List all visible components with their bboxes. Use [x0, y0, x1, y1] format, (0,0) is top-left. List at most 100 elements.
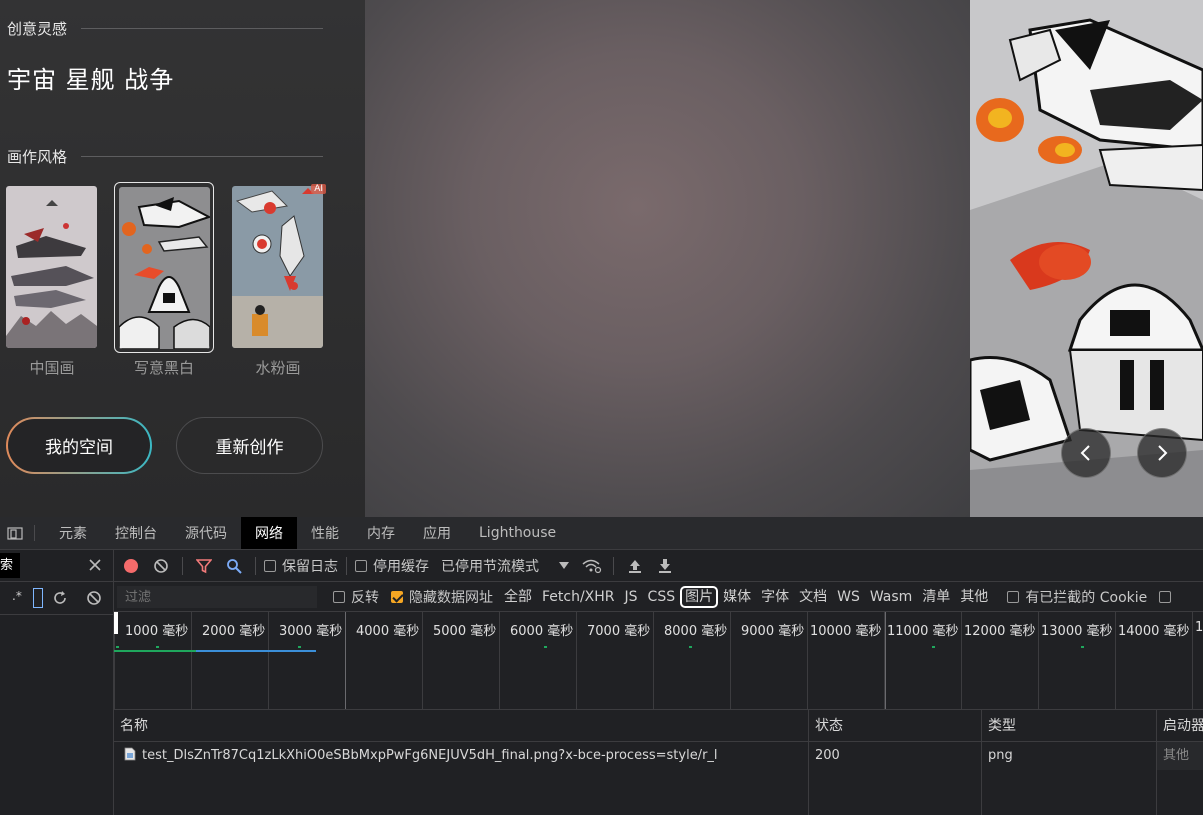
tick-label: 8000 毫秒 [664, 624, 728, 639]
my-space-button[interactable]: 我的空间 [6, 417, 152, 474]
invert-checkbox[interactable]: 反转 [333, 587, 379, 607]
next-image-button[interactable] [1137, 428, 1187, 478]
filter-type-media[interactable]: 媒体 [718, 586, 756, 608]
search-tab[interactable]: 索 [0, 553, 20, 578]
filter-type-ws[interactable]: WS [832, 586, 865, 608]
disable-cache-checkbox[interactable]: 停用缓存 [355, 556, 429, 576]
filter-type-fetch-xhr[interactable]: Fetch/XHR [537, 586, 620, 608]
style-card-chinese-painting[interactable] [2, 182, 102, 353]
upload-icon [629, 559, 641, 573]
tick-label: 9000 毫秒 [741, 624, 805, 639]
refresh-icon[interactable] [52, 590, 68, 606]
timeline-tick: 8000 毫秒 [653, 612, 727, 709]
request-type: png [981, 742, 1156, 770]
clear-icon[interactable] [86, 590, 102, 606]
timeline-dot [116, 646, 119, 648]
blocked-cookies-checkbox[interactable]: 有已拦截的 Cookie [1007, 587, 1147, 607]
throttling-select[interactable]: 已停用节流模式 [441, 556, 569, 576]
tab-memory[interactable]: 内存 [353, 517, 409, 549]
tick-label: 1 [1195, 620, 1203, 635]
tick-label: 4000 毫秒 [356, 624, 420, 639]
network-toolbar: 保留日志 停用缓存 已停用节流模式 [114, 550, 1203, 582]
separator [182, 556, 183, 575]
filter-button[interactable] [191, 555, 217, 577]
hide-data-urls-checkbox[interactable]: 隐藏数据网址 [391, 587, 493, 607]
device-toolbar-toggle[interactable] [0, 517, 30, 549]
export-har-button[interactable] [652, 555, 678, 577]
filter-type-other[interactable]: 其他 [955, 586, 993, 608]
filter-type-img[interactable]: 图片 [680, 585, 719, 608]
timeline-bar-waiting [114, 650, 196, 652]
invert-label: 反转 [351, 589, 379, 606]
timeline-tick: 9000 毫秒 [730, 612, 804, 709]
throttling-value: 已停用节流模式 [441, 558, 539, 575]
blurred-background-image [365, 0, 970, 517]
download-icon [659, 558, 671, 573]
timeline-dot [298, 646, 301, 648]
network-conditions-button[interactable] [579, 555, 605, 577]
filter-input[interactable] [117, 585, 317, 608]
timeline-tick: 6000 毫秒 [499, 612, 573, 709]
style-card-gouache[interactable]: AI [228, 182, 328, 353]
column-status[interactable]: 状态 [808, 710, 981, 742]
tab-performance[interactable]: 性能 [297, 517, 353, 549]
network-timeline-overview[interactable]: 1000 毫秒 2000 毫秒 3000 毫秒 4000 毫秒 5000 毫秒 … [114, 612, 1203, 710]
search-header: 索 [0, 550, 113, 582]
filter-icon [196, 558, 212, 573]
record-button[interactable] [118, 555, 144, 577]
column-divider [808, 770, 809, 815]
divider [81, 28, 323, 29]
filter-type-css[interactable]: CSS [643, 586, 681, 608]
regex-toggle[interactable]: .* [12, 589, 22, 603]
control-panel: 创意灵感 宇宙 星舰 战争 画作风格 中国画 写意黑白 AI 水粉画 我的空间 … [0, 0, 365, 517]
recreate-button[interactable]: 重新创作 [176, 417, 323, 474]
timeline-dot [689, 646, 692, 648]
filter-type-wasm[interactable]: Wasm [865, 586, 917, 608]
timeline-tick: 12000 毫秒 [961, 612, 1036, 709]
blocked-requests-checkbox[interactable] [1159, 590, 1172, 603]
checkbox-box [264, 559, 276, 572]
filter-type-font[interactable]: 字体 [756, 586, 794, 608]
tab-network[interactable]: 网络 [241, 517, 297, 549]
tab-application[interactable]: 应用 [409, 517, 465, 549]
prompt-text: 宇宙 星舰 战争 [7, 66, 175, 94]
import-har-button[interactable] [622, 555, 648, 577]
filter-type-all[interactable]: 全部 [499, 586, 537, 608]
checkbox-box-checked [391, 590, 403, 603]
close-icon[interactable] [86, 556, 104, 574]
request-name-cell: test_DlsZnTr87Cq1zLkXhiO0eSBbMxpPwFg6NEJ… [114, 742, 808, 770]
checkbox-box [1007, 590, 1020, 603]
table-row[interactable]: test_DlsZnTr87Cq1zLkXhiO0eSBbMxpPwFg6NEJ… [114, 742, 1203, 770]
timeline-tick: 7000 毫秒 [576, 612, 650, 709]
tab-console[interactable]: 控制台 [101, 517, 171, 549]
tick-label: 12000 毫秒 [964, 624, 1036, 639]
tab-sources[interactable]: 源代码 [171, 517, 241, 549]
match-case-toggle[interactable] [33, 588, 43, 608]
devtools-tab-bar: 元素 控制台 源代码 网络 性能 内存 应用 Lighthouse [0, 517, 1203, 550]
previous-image-button[interactable] [1061, 428, 1111, 478]
tab-lighthouse[interactable]: Lighthouse [465, 517, 570, 549]
style-card-ink-sketch[interactable] [114, 182, 214, 353]
filter-type-doc[interactable]: 文档 [794, 586, 832, 608]
preserve-log-checkbox[interactable]: 保留日志 [264, 556, 338, 576]
tick-label: 13000 毫秒 [1041, 624, 1113, 639]
inspiration-title: 创意灵感 [7, 20, 68, 38]
search-button[interactable] [221, 555, 247, 577]
timeline-tick: 14000 毫秒 [1115, 612, 1190, 709]
tab-elements[interactable]: 元素 [45, 517, 101, 549]
filter-type-manifest[interactable]: 清单 [917, 586, 955, 608]
column-initiator[interactable]: 启动器 [1156, 710, 1203, 742]
preserve-log-label: 保留日志 [282, 558, 338, 575]
style-label-gouache: 水粉画 [255, 359, 301, 377]
column-type[interactable]: 类型 [981, 710, 1156, 742]
filter-type-js[interactable]: JS [620, 586, 643, 608]
disable-cache-label: 停用缓存 [373, 558, 429, 575]
divider [81, 156, 323, 157]
column-divider [1156, 770, 1157, 815]
clear-button[interactable] [148, 555, 174, 577]
column-name[interactable]: 名称 [114, 710, 808, 742]
timeline-dot [1081, 646, 1084, 648]
timeline-dot [156, 646, 159, 648]
separator [346, 556, 347, 575]
ai-painting-app: 创意灵感 宇宙 星舰 战争 画作风格 中国画 写意黑白 AI 水粉画 我的空间 … [0, 0, 1203, 517]
